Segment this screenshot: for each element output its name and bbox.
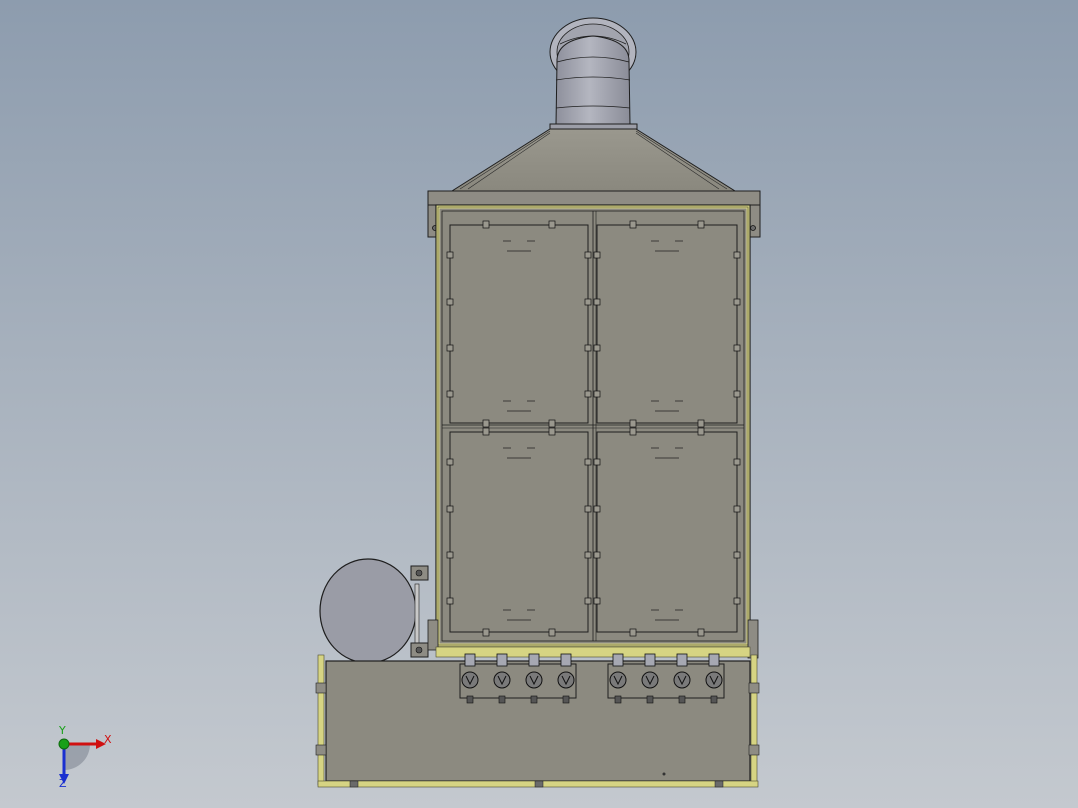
panel-clamp: [584, 298, 592, 306]
access-panel[interactable]: [446, 427, 592, 637]
panel-clamp: [593, 298, 601, 306]
panel-clamp: [548, 427, 556, 436]
panel-clamp: [697, 427, 705, 436]
graphics-viewport[interactable]: X Y Z: [0, 0, 1078, 808]
panel-clamp: [584, 458, 592, 466]
panel-clamp: [482, 419, 490, 428]
panel-clamp: [584, 597, 592, 605]
panel-clamp: [733, 505, 741, 513]
panel-clamp: [593, 344, 601, 352]
panel-clamp: [482, 427, 490, 436]
panel-clamp: [446, 458, 454, 466]
panel-clamp: [593, 551, 601, 559]
purification-unit-model[interactable]: [0, 0, 1078, 808]
panel-clamp: [733, 458, 741, 466]
orientation-triad[interactable]: X Y Z: [50, 724, 120, 790]
panel-clamp: [697, 220, 705, 229]
panel-clamp: [548, 220, 556, 229]
panel-clamp: [593, 505, 601, 513]
panel-clamp: [593, 458, 601, 466]
panel-clamp: [584, 251, 592, 259]
panel-clamp: [733, 251, 741, 259]
panel-clamp: [446, 251, 454, 259]
panel-clamp: [446, 390, 454, 398]
panel-clamp: [733, 597, 741, 605]
panel-clamp: [593, 597, 601, 605]
panel-clamp: [446, 344, 454, 352]
triad-z-label: Z: [59, 777, 67, 790]
panel-clamp: [446, 551, 454, 559]
panel-clamp: [629, 427, 637, 436]
panel-clamp: [482, 220, 490, 229]
panel-clamp: [733, 551, 741, 559]
triad-y-label: Y: [59, 724, 66, 737]
panel-clamp: [446, 298, 454, 306]
panel-clamp: [548, 419, 556, 428]
panel-clamp: [629, 419, 637, 428]
triad-x-label: X: [104, 733, 112, 746]
panel-clamp: [584, 390, 592, 398]
panel-clamp: [629, 220, 637, 229]
panel-clamp: [584, 551, 592, 559]
panel-clamp: [593, 251, 601, 259]
panel-clamp: [733, 390, 741, 398]
panel-clamp: [733, 344, 741, 352]
panel-clamp: [593, 390, 601, 398]
panel-clamp: [446, 597, 454, 605]
access-panel[interactable]: [593, 427, 741, 637]
access-panel[interactable]: [593, 220, 741, 428]
panel-clamp: [629, 628, 637, 637]
panel-clamp: [482, 628, 490, 637]
exhaust-duct: [549, 17, 638, 130]
top-hood: [450, 128, 737, 192]
panel-clamp: [584, 344, 592, 352]
access-panel[interactable]: [446, 220, 592, 428]
panel-clamp: [697, 628, 705, 637]
panel-clamp: [733, 298, 741, 306]
panel-clamp: [697, 419, 705, 428]
panel-clamp: [584, 505, 592, 513]
panel-clamp: [446, 505, 454, 513]
panel-clamp: [548, 628, 556, 637]
